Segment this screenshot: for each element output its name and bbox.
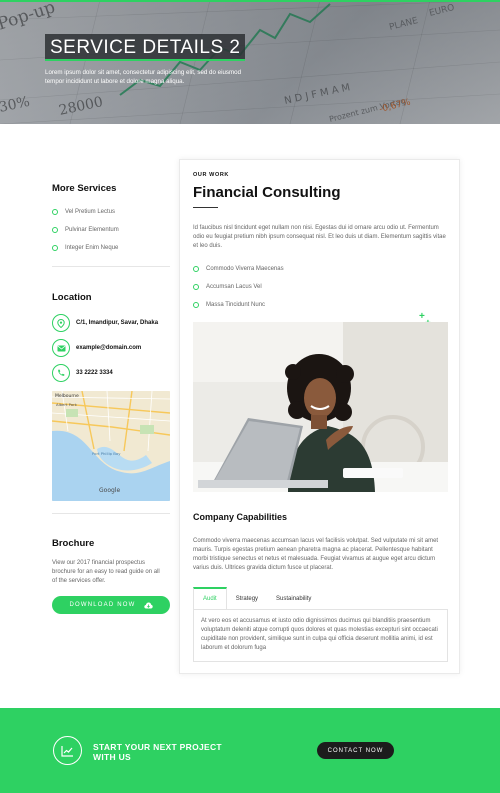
plus-decoration-icon: + [419,311,425,322]
hero-title-box: SERVICE DETAILS 2 [45,34,246,61]
bullet-icon [52,227,58,233]
feature-label: Accumsan Lacus Vel [206,284,262,290]
section-eyebrow: OUR WORK [193,172,229,178]
capabilities-heading: Company Capabilities [193,512,288,522]
map-label: Albert Park [56,402,78,407]
map-label: Port Phillip Bay [92,451,121,456]
tab-sustainability[interactable]: Sustainability [267,587,320,610]
map-pin-icon [52,314,70,332]
hero-subtitle: Lorem ipsum dolor sit amet, consectetur … [45,69,242,85]
bullet-icon [52,245,58,251]
service-link[interactable]: Integer Enim Neque [52,239,170,257]
service-label: Vel Pretium Lectus [65,209,116,215]
service-detail-card: OUR WORK Financial Consulting Id faucibu… [179,159,460,674]
chart-icon [53,736,82,765]
tab-strategy[interactable]: Strategy [227,587,267,610]
bullet-icon [52,209,58,215]
service-link[interactable]: Pulvinar Elementum [52,221,170,239]
list-item: Accumsan Lacus Vel [193,278,284,296]
service-label: Integer Enim Neque [65,245,119,251]
envelope-icon [52,339,70,357]
email-link[interactable]: example@domain.com [76,345,141,351]
feature-label: Massa Tincidunt Nunc [206,302,266,308]
download-button[interactable]: DOWNLOAD NOW [52,596,170,614]
divider [52,513,170,514]
list-item: Commodo Viverra Maecenas [193,260,284,278]
brochure-text: View our 2017 financial prospectus broch… [52,560,160,584]
bullet-icon [193,302,199,308]
title-underline [193,207,218,208]
email-row: example@domain.com [52,336,170,360]
tab-bar: Audit Strategy Sustainability [193,587,448,610]
divider [52,266,170,267]
cta-text: START YOUR NEXT PROJECT WITH US [93,742,222,762]
tab-audit[interactable]: Audit [193,587,227,610]
feature-label: Commodo Viverra Maecenas [206,266,284,272]
bullet-icon [193,266,199,272]
page-title: SERVICE DETAILS 2 [50,37,241,58]
download-button-label: DOWNLOAD NOW [69,602,136,608]
section-title: Financial Consulting [193,184,341,201]
map-label: Melbourne [55,393,79,399]
google-logo: Google [99,487,120,494]
capabilities-text: Commodo viverra maecenas accumsan lacus … [193,538,439,571]
contact-button[interactable]: CONTACT NOW [317,742,394,759]
location-map[interactable]: Melbourne Albert Park Port Phillip Bay G… [52,391,170,501]
sidebar: More Services Vel Pretium Lectus Pulvina… [52,160,170,614]
address-row: C/1, Imandipur, Savar, Dhaka [52,311,170,335]
tab-panel: At vero eos et accusamus et iusto odio d… [193,609,448,662]
address-text: C/1, Imandipur, Savar, Dhaka [76,320,159,326]
service-label: Pulvinar Elementum [65,227,119,233]
cloud-download-icon [143,602,153,608]
phone-link[interactable]: 33 2222 3334 [76,370,113,376]
list-item: Massa Tincidunt Nunc [193,296,284,314]
intro-text: Id faucibus nisl tincidunt eget nullam n… [193,225,446,249]
more-services-heading: More Services [52,183,117,194]
hero-banner: Pop-up 30% 28000 N D J F M A M Prozent z… [0,0,500,124]
bullet-icon [193,284,199,290]
services-list: Vel Pretium Lectus Pulvinar Elementum In… [52,203,170,257]
brochure-heading: Brochure [52,538,95,549]
location-heading: Location [52,292,92,303]
phone-row: 33 2222 3334 [52,361,170,385]
feature-list: Commodo Viverra Maecenas Accumsan Lacus … [193,260,284,314]
hero-accent-line [0,0,500,2]
cta-banner: START YOUR NEXT PROJECT WITH US CONTACT … [0,708,500,793]
phone-icon [52,364,70,382]
consultant-photo [193,322,448,492]
service-link[interactable]: Vel Pretium Lectus [52,203,170,221]
